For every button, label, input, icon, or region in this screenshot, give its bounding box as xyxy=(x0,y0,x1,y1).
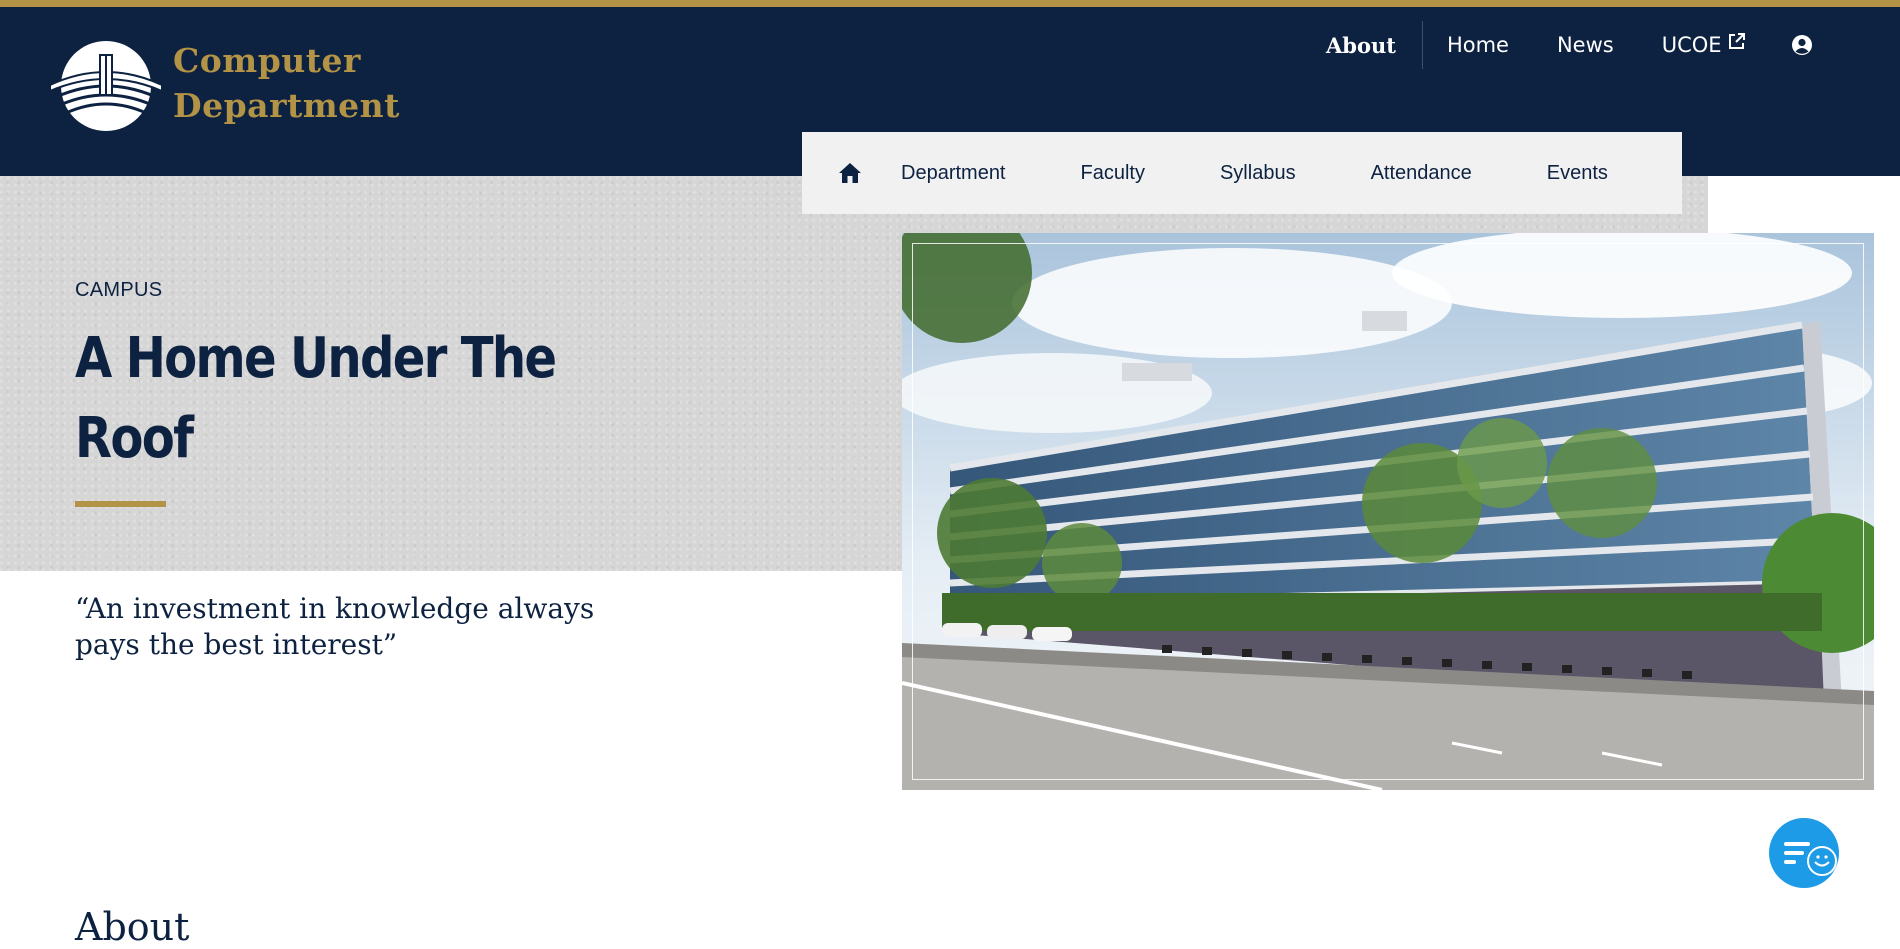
user-icon xyxy=(1791,35,1812,55)
photo-inner-frame xyxy=(912,243,1864,780)
topnav-news[interactable]: News xyxy=(1557,33,1614,57)
external-link-icon xyxy=(1728,32,1745,49)
topnav-ucoe[interactable]: UCOE xyxy=(1661,32,1745,57)
hero-headline: A Home Under The Roof xyxy=(75,319,591,479)
headline-underline xyxy=(75,501,166,507)
about-section-heading: About xyxy=(75,905,190,949)
top-accent-stripe xyxy=(0,0,1900,7)
topnav-ucoe-label: UCOE xyxy=(1661,33,1722,57)
topnav-news-label: News xyxy=(1556,33,1614,57)
campus-building-photo xyxy=(902,233,1874,790)
brand-line-2: Department xyxy=(173,86,400,125)
topnav-home[interactable]: Home xyxy=(1447,33,1509,57)
hero-headline-line-2: Roof xyxy=(75,406,194,471)
hero-quote-line-1: “An investment in knowledge always xyxy=(75,592,595,625)
topnav-about[interactable]: About xyxy=(1310,33,1422,58)
subnav-department[interactable]: Department xyxy=(901,162,1006,185)
home-icon xyxy=(839,163,861,183)
subnav-home-button[interactable] xyxy=(838,162,864,184)
chat-icon[interactable] xyxy=(1768,816,1844,890)
user-account-button[interactable] xyxy=(1791,34,1813,56)
subnav-events[interactable]: Events xyxy=(1547,162,1608,185)
topnav-home-label: Home xyxy=(1446,33,1509,57)
sub-nav: Department Faculty Syllabus Attendance E… xyxy=(802,132,1682,214)
subnav-syllabus[interactable]: Syllabus xyxy=(1220,162,1296,185)
nav-divider xyxy=(1421,21,1423,69)
brand-line-1: Computer xyxy=(173,41,361,80)
hero-quote: “An investment in knowledge always pays … xyxy=(75,591,635,663)
brand-name[interactable]: Computer Department xyxy=(173,38,400,128)
hero-quote-line-2: pays the best interest” xyxy=(75,628,398,661)
top-nav: About Home News UCOE xyxy=(1310,20,1813,70)
subnav-attendance[interactable]: Attendance xyxy=(1371,162,1472,185)
department-logo[interactable] xyxy=(48,39,164,133)
hero-headline-line-1: A Home Under The xyxy=(75,326,557,391)
subnav-faculty[interactable]: Faculty xyxy=(1081,162,1145,185)
hero-kicker: CAMPUS xyxy=(75,279,163,301)
